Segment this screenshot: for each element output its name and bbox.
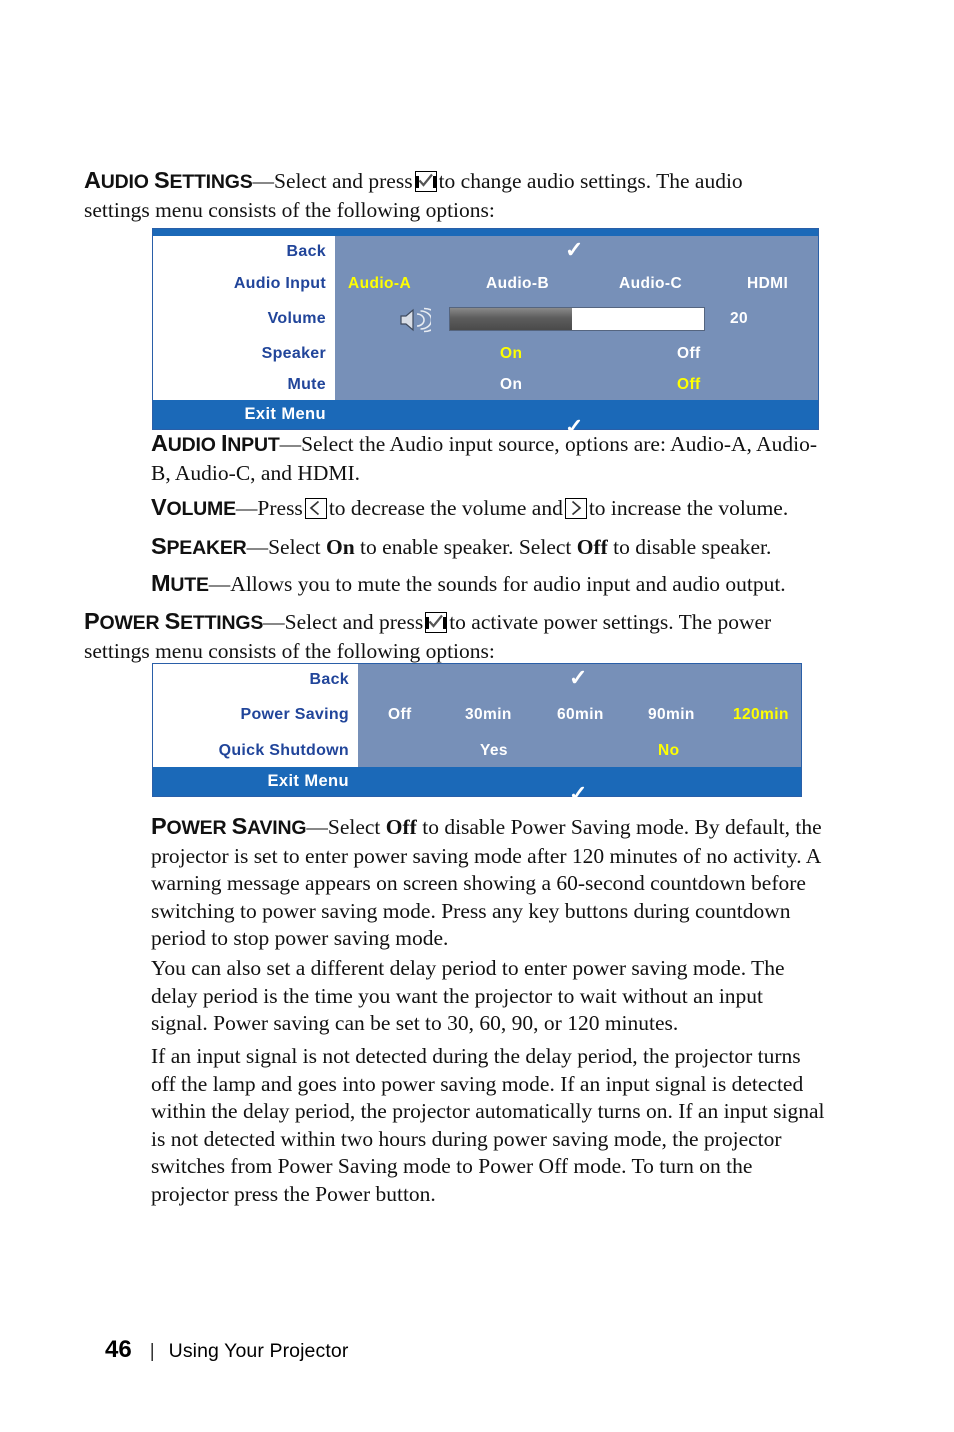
check-icon[interactable]: ✓ xyxy=(565,239,583,261)
osd-values-back: ✓ xyxy=(358,664,801,696)
osd-values-volume: 20 xyxy=(335,300,818,338)
osd-label-mute: Mute xyxy=(153,369,335,400)
check-icon[interactable]: ✓ xyxy=(569,667,587,689)
osd-row-volume[interactable]: Volume 20 xyxy=(153,300,818,338)
osd-values-audio-input: Audio-A Audio-B Audio-C HDMI xyxy=(335,268,818,300)
enter-key-icon xyxy=(414,171,437,192)
osd-row-audio-input[interactable]: Audio Input Audio-A Audio-B Audio-C HDMI xyxy=(153,268,818,300)
osd-label-back: Back xyxy=(153,236,335,268)
page-number: 46 xyxy=(105,1336,132,1363)
osd-label-audio-input: Audio Input xyxy=(153,268,335,300)
audio-settings-osd-menu[interactable]: Back ✓ Audio Input Audio-A Audio-B Audio… xyxy=(152,228,819,437)
osd-option-120min[interactable]: 120min xyxy=(733,706,789,724)
volume-slider-fill xyxy=(450,308,572,330)
osd-option-audio-a[interactable]: Audio-A xyxy=(348,275,411,293)
audio-input-term: AUDIO INPUT xyxy=(151,430,280,456)
speaker-bold-on: On xyxy=(325,535,355,559)
volume-value: 20 xyxy=(730,310,749,327)
osd-label-quick-shutdown: Quick Shutdown xyxy=(153,734,358,767)
volume-text-2: to decrease the volume and xyxy=(328,496,563,520)
osd-values-speaker: On Off xyxy=(335,338,818,369)
osd-row-quick-shutdown[interactable]: Quick Shutdown Yes No xyxy=(153,734,801,767)
right-arrow-key-icon xyxy=(564,498,587,519)
osd-label-volume: Volume xyxy=(153,300,335,338)
osd-label-power-saving: Power Saving xyxy=(153,696,358,734)
audio-settings-paragraph: AUDIO SETTINGS—Select and press to change… xyxy=(84,167,784,224)
osd-option-mute-off[interactable]: Off xyxy=(677,376,701,394)
power-settings-text-before: —Select and press xyxy=(263,610,424,634)
power-saving-text-1: —Select xyxy=(306,815,386,839)
mute-paragraph: MUTE—Allows you to mute the sounds for a… xyxy=(151,570,841,600)
footer-title: Using Your Projector xyxy=(168,1340,349,1362)
power-settings-term: POWER SETTINGS xyxy=(84,608,264,634)
osd-label-back: Back xyxy=(153,664,358,696)
osd-row-back[interactable]: Back ✓ xyxy=(153,236,818,268)
speaker-text-3: to disable speaker. xyxy=(607,535,772,559)
enter-key-icon xyxy=(425,612,448,633)
power-settings-osd-menu[interactable]: Back ✓ Power Saving Off 30min 60min 90mi… xyxy=(152,663,802,804)
page-footer: 46 | Using Your Projector xyxy=(105,1336,348,1364)
osd-exit-menu-bar[interactable]: Exit Menu ✓ xyxy=(153,767,801,804)
osd-option-yes[interactable]: Yes xyxy=(480,742,508,760)
osd-row-speaker[interactable]: Speaker On Off xyxy=(153,338,818,369)
audio-input-paragraph: AUDIO INPUT—Select the Audio input sourc… xyxy=(151,430,826,487)
mute-text: —Allows you to mute the sounds for audio… xyxy=(208,572,786,596)
osd-option-off[interactable]: Off xyxy=(388,706,412,724)
mute-term: MUTE xyxy=(151,570,209,596)
audio-settings-text-before: —Select and press xyxy=(252,169,413,193)
left-arrow-key-icon xyxy=(304,498,327,519)
volume-paragraph: VOLUME—Press to decrease the volume and to… xyxy=(151,494,841,524)
osd-option-30min[interactable]: 30min xyxy=(465,706,512,724)
speaker-term: SPEAKER xyxy=(151,533,247,559)
osd-values-mute: On Off xyxy=(335,369,818,400)
volume-text-1: —Press xyxy=(235,496,303,520)
osd-title-bar xyxy=(153,229,818,236)
speaker-paragraph: SPEAKER—Select On to enable speaker. Sel… xyxy=(151,533,841,563)
power-saving-paragraph: POWER SAVING—Select Off to disable Power… xyxy=(151,813,823,953)
osd-option-no[interactable]: No xyxy=(658,742,679,760)
osd-option-60min[interactable]: 60min xyxy=(557,706,604,724)
volume-text-3: to increase the volume. xyxy=(588,496,789,520)
audio-settings-term: AUDIO SETTINGS xyxy=(84,167,253,193)
osd-values-back: ✓ xyxy=(335,236,818,268)
osd-exit-menu-bar[interactable]: Exit Menu ✓ xyxy=(153,400,818,437)
osd-exit-menu-label: Exit Menu xyxy=(244,405,326,423)
osd-row-back[interactable]: Back ✓ xyxy=(153,664,801,696)
input-signal-paragraph: If an input signal is not detected durin… xyxy=(151,1044,825,1206)
osd-option-speaker-on[interactable]: On xyxy=(500,345,522,363)
power-saving-bold-off: Off xyxy=(385,815,417,839)
osd-values-power-saving: Off 30min 60min 90min 120min xyxy=(358,696,801,734)
power-saving-term: POWER SAVING xyxy=(151,813,307,839)
speaker-icon xyxy=(399,307,440,338)
document-page: AUDIO SETTINGS—Select and press to change… xyxy=(0,0,954,1432)
speaker-text-1: —Select xyxy=(246,535,326,559)
delay-period-paragraph: You can also set a different delay perio… xyxy=(151,956,785,1035)
volume-term: VOLUME xyxy=(151,494,236,520)
osd-option-hdmi[interactable]: HDMI xyxy=(747,275,788,293)
osd-option-90min[interactable]: 90min xyxy=(648,706,695,724)
osd-exit-menu-label: Exit Menu xyxy=(267,772,349,790)
osd-row-mute[interactable]: Mute On Off xyxy=(153,369,818,400)
check-icon[interactable]: ✓ xyxy=(569,782,587,805)
osd-values-quick-shutdown: Yes No xyxy=(358,734,801,767)
speaker-text-2: to enable speaker. Select xyxy=(354,535,577,559)
power-settings-paragraph: POWER SETTINGS—Select and press to activa… xyxy=(84,608,804,665)
osd-option-mute-on[interactable]: On xyxy=(500,376,522,394)
footer-divider: | xyxy=(149,1341,155,1362)
speaker-bold-off: Off xyxy=(576,535,608,559)
osd-row-power-saving[interactable]: Power Saving Off 30min 60min 90min 120mi… xyxy=(153,696,801,734)
osd-option-speaker-off[interactable]: Off xyxy=(677,345,701,363)
volume-slider[interactable] xyxy=(449,307,705,331)
osd-option-audio-b[interactable]: Audio-B xyxy=(486,275,549,293)
osd-label-speaker: Speaker xyxy=(153,338,335,369)
osd-option-audio-c[interactable]: Audio-C xyxy=(619,275,682,293)
